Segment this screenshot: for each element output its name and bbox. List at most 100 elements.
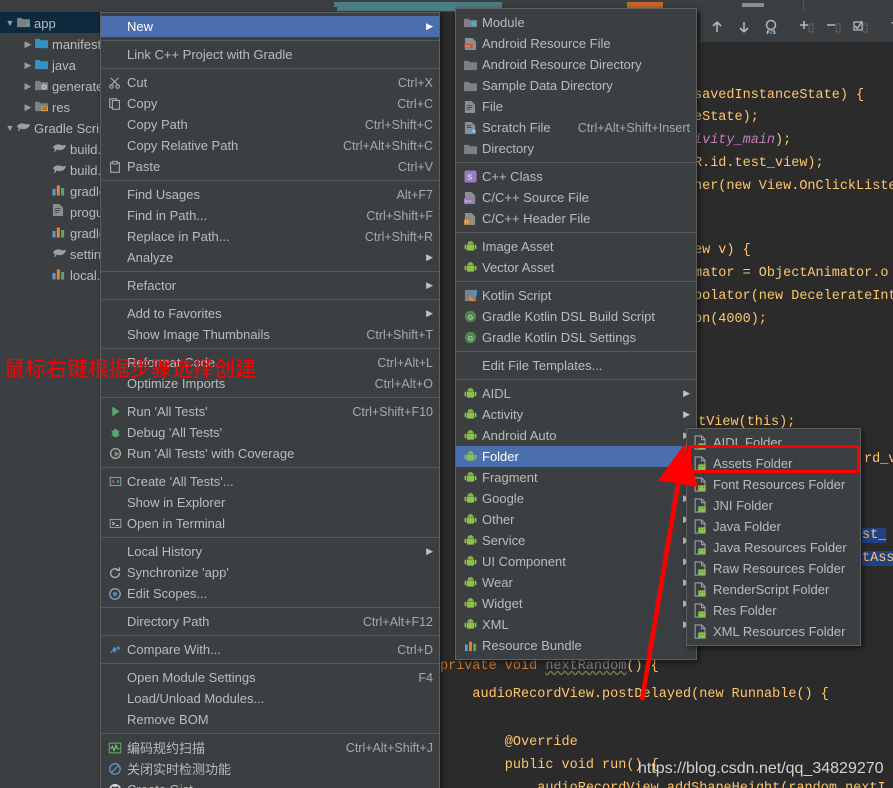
menu-item-cut[interactable]: Cut Ctrl+X <box>101 72 439 93</box>
menu-item-jni-folder[interactable]: JNI Folder <box>687 495 860 516</box>
menu-item-widget[interactable]: Widget▶ <box>456 593 696 614</box>
menu-item-show-in-explorer[interactable]: Show in Explorer <box>101 492 439 513</box>
menu-item-aidl-folder[interactable]: AIDL Folder <box>687 432 860 453</box>
menu-item-edit-scopes[interactable]: Edit Scopes... <box>101 583 439 604</box>
menu-item-local-history[interactable]: Local History ▶ <box>101 541 439 562</box>
menu-item-folder[interactable]: Folder▶ <box>456 446 696 467</box>
menu-item-gradle-kotlin-dsl-build-script[interactable]: G Gradle Kotlin DSL Build Script <box>456 306 696 327</box>
arrow-down-icon[interactable] <box>735 18 753 36</box>
menu-item-paste[interactable]: Paste Ctrl+V <box>101 156 439 177</box>
menu-item-refactor[interactable]: Refactor ▶ <box>101 275 439 296</box>
menu-item-[interactable]: 编码规约扫描 Ctrl+Alt+Shift+J <box>101 737 439 758</box>
menu-item-activity[interactable]: Activity ▶ <box>456 404 696 425</box>
chevron-right-icon[interactable]: ▶ <box>22 76 34 96</box>
folder-submenu[interactable]: AIDL Folder Assets Folder Font Resources F… <box>686 428 861 646</box>
menu-item-new[interactable]: New ▶ <box>101 16 439 37</box>
filter-icon[interactable] <box>888 18 893 36</box>
menu-item-find-in-path[interactable]: Find in Path... Ctrl+Shift+F <box>101 205 439 226</box>
menu-item-open-module-settings[interactable]: Open Module Settings F4 <box>101 667 439 688</box>
menu-item-android-resource-file[interactable]: <> Android Resource File <box>456 33 696 54</box>
menu-item-scratch-file[interactable]: Scratch File Ctrl+Alt+Shift+Insert <box>456 117 696 138</box>
menu-item-[interactable]: 关闭实时检测功能 <box>101 758 439 779</box>
menu-item-link-c-project-with-gradle[interactable]: Link C++ Project with Gradle <box>101 44 439 65</box>
edit-row-icon[interactable] <box>852 18 870 36</box>
menu-item-google[interactable]: Google▶ <box>456 488 696 509</box>
folder-doc-icon <box>691 624 711 640</box>
submenu-arrow-icon: ▶ <box>426 308 433 318</box>
code-line-8: polator(new DecelerateInte <box>694 289 893 304</box>
menu-item-ui-component[interactable]: UI Component▶ <box>456 551 696 572</box>
menu-item-assets-folder[interactable]: Assets Folder <box>687 453 860 474</box>
menu-item-label: Cut <box>127 75 148 90</box>
menu-item-create-gist[interactable]: Create Gist... <box>101 779 439 788</box>
menu-item-kotlin-script[interactable]: Kotlin Script <box>456 285 696 306</box>
menu-item-c-c-source-file[interactable]: C++ C/C++ Source File <box>456 187 696 208</box>
svg-text:<>: <> <box>465 43 470 48</box>
menu-item-java-resources-folder[interactable]: Java Resources Folder <box>687 537 860 558</box>
menu-item-edit-file-templates[interactable]: Edit File Templates... <box>456 355 696 376</box>
project-context-menu[interactable]: New ▶ Link C++ Project with Gradle Cut Ctrl+… <box>100 12 440 788</box>
menu-item-directory[interactable]: Directory <box>456 138 696 159</box>
menu-item-synchronize-app[interactable]: Synchronize 'app' <box>101 562 439 583</box>
menu-item-fragment[interactable]: Fragment▶ <box>456 467 696 488</box>
menu-item-shortcut: Ctrl+Shift+C <box>364 117 433 132</box>
menu-item-run-all-tests[interactable]: Run 'All Tests' Ctrl+Shift+F10 <box>101 401 439 422</box>
menu-item-directory-path[interactable]: Directory Path Ctrl+Alt+F12 <box>101 611 439 632</box>
menu-item-service[interactable]: Service▶ <box>456 530 696 551</box>
menu-item-analyze[interactable]: Analyze ▶ <box>101 247 439 268</box>
editor-mini-toolbar[interactable]: AB <box>700 12 893 42</box>
menu-item-font-resources-folder[interactable]: Font Resources Folder <box>687 474 860 495</box>
menu-item-load-unload-modules[interactable]: Load/Unload Modules... <box>101 688 439 709</box>
menu-item-label: Remove BOM <box>127 712 209 727</box>
menu-item-add-to-favorites[interactable]: Add to Favorites ▶ <box>101 303 439 324</box>
add-row-icon[interactable] <box>798 18 816 36</box>
menu-item-module[interactable]: Module <box>456 12 696 33</box>
arrow-up-icon[interactable] <box>708 18 726 36</box>
chevron-down-icon[interactable]: ▼ <box>4 13 16 33</box>
android-icon <box>460 617 480 633</box>
chevron-right-icon[interactable]: ▶ <box>22 55 34 75</box>
menu-item-gradle-kotlin-dsl-settings[interactable]: G Gradle Kotlin DSL Settings <box>456 327 696 348</box>
menu-item-replace-in-path[interactable]: Replace in Path... Ctrl+Shift+R <box>101 226 439 247</box>
menu-item-resource-bundle[interactable]: Resource Bundle <box>456 635 696 656</box>
menu-item-open-in-terminal[interactable]: Open in Terminal <box>101 513 439 534</box>
menu-item-sample-data-directory[interactable]: Sample Data Directory <box>456 75 696 96</box>
menu-item-file[interactable]: File <box>456 96 696 117</box>
menu-item-debug-all-tests[interactable]: Debug 'All Tests' <box>101 422 439 443</box>
menu-item-android-auto[interactable]: Android Auto▶ <box>456 425 696 446</box>
menu-item-res-folder[interactable]: Res Folder <box>687 600 860 621</box>
menu-item-find-usages[interactable]: Find Usages Alt+F7 <box>101 184 439 205</box>
menu-item-copy[interactable]: Copy Ctrl+C <box>101 93 439 114</box>
menu-item-wear[interactable]: Wear▶ <box>456 572 696 593</box>
menu-item-shortcut: Ctrl+V <box>397 159 433 174</box>
menu-item-other[interactable]: Other▶ <box>456 509 696 530</box>
menu-item-aidl[interactable]: AIDL ▶ <box>456 383 696 404</box>
folder-doc-icon <box>691 519 711 535</box>
menu-item-remove-bom[interactable]: Remove BOM <box>101 709 439 730</box>
new-submenu[interactable]: Module <> Android Resource File Android Res… <box>455 8 697 660</box>
menu-item-label: Debug 'All Tests' <box>127 425 223 440</box>
remove-row-icon[interactable] <box>825 18 843 36</box>
search-ab-icon[interactable]: AB <box>762 18 780 36</box>
menu-item-copy-relative-path[interactable]: Copy Relative Path Ctrl+Alt+Shift+C <box>101 135 439 156</box>
menu-item-renderscript-folder[interactable]: RenderScript Folder <box>687 579 860 600</box>
menu-item-show-image-thumbnails[interactable]: Show Image Thumbnails Ctrl+Shift+T <box>101 324 439 345</box>
menu-item-xml-resources-folder[interactable]: XML Resources Folder <box>687 621 860 642</box>
menu-item-raw-resources-folder[interactable]: Raw Resources Folder <box>687 558 860 579</box>
menu-item-xml[interactable]: XML▶ <box>456 614 696 635</box>
menu-item-java-folder[interactable]: Java Folder <box>687 516 860 537</box>
menu-item-label: Wear <box>482 575 513 590</box>
chevron-down-icon[interactable]: ▼ <box>4 118 16 138</box>
menu-item-compare-with[interactable]: Compare With... Ctrl+D <box>101 639 439 660</box>
menu-item-image-asset[interactable]: Image Asset <box>456 236 696 257</box>
menu-item-run-all-tests-with-coverage[interactable]: Run 'All Tests' with Coverage <box>101 443 439 464</box>
menu-item-c-class[interactable]: S C++ Class <box>456 166 696 187</box>
menu-item-c-c-header-file[interactable]: H C/C++ Header File <box>456 208 696 229</box>
menu-item-vector-asset[interactable]: Vector Asset <box>456 257 696 278</box>
menu-item-label: Find Usages <box>127 187 200 202</box>
menu-item-create-all-tests[interactable]: Create 'All Tests'... <box>101 471 439 492</box>
chevron-right-icon[interactable]: ▶ <box>22 34 34 54</box>
menu-item-copy-path[interactable]: Copy Path Ctrl+Shift+C <box>101 114 439 135</box>
menu-item-android-resource-directory[interactable]: Android Resource Directory <box>456 54 696 75</box>
chevron-right-icon[interactable]: ▶ <box>22 97 34 117</box>
